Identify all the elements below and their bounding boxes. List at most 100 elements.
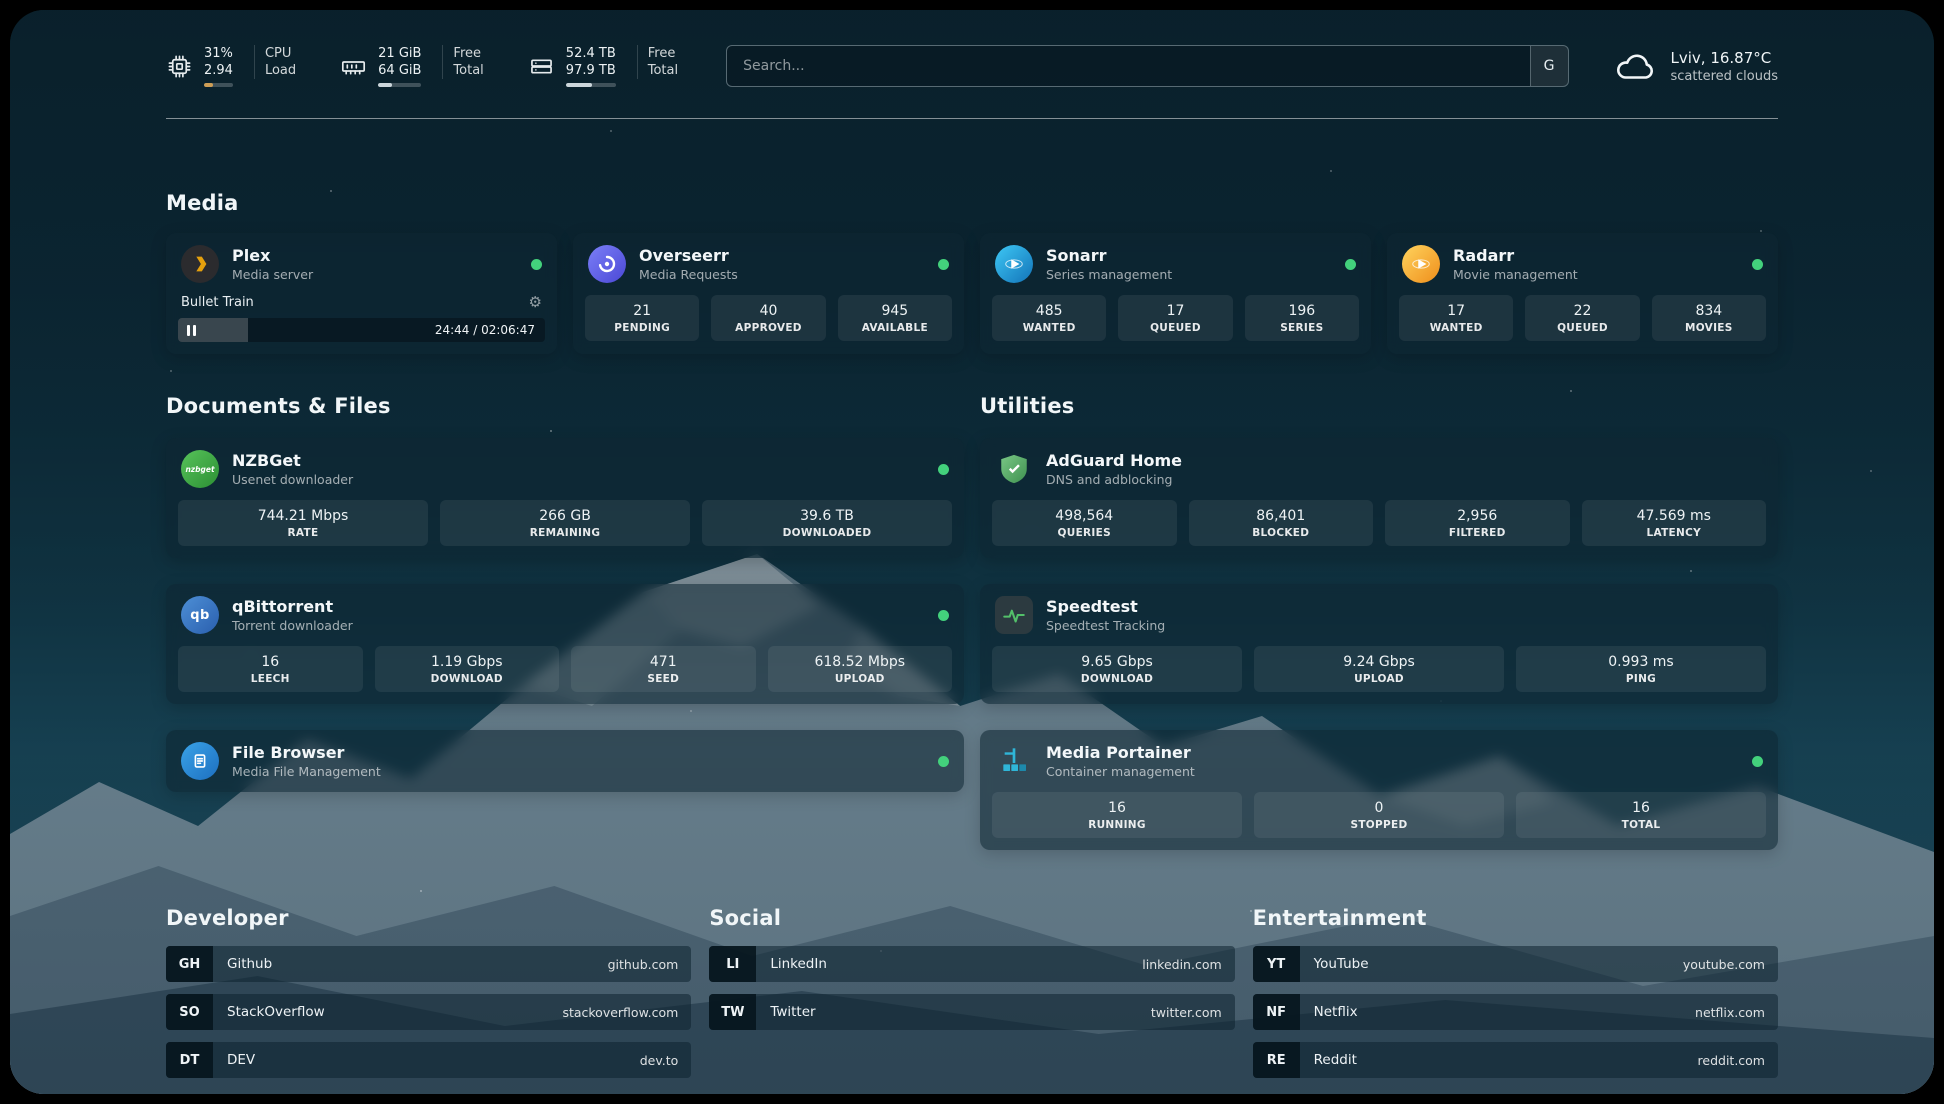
speedtest-texts: Speedtest Speedtest Tracking [1046, 597, 1165, 633]
top-bar: 31% 2.94 CPU Load [166, 40, 1778, 92]
sonarr-card: Sonarr Series management 485 WANTED 17 Q… [980, 233, 1371, 354]
stat-label: QUEUED [1529, 322, 1635, 334]
disk-widget: 52.4 TB 97.9 TB Free Total [528, 45, 678, 87]
stat-label: QUEUED [1122, 322, 1228, 334]
radarr-texts: Radarr Movie management [1453, 246, 1578, 282]
sonarr-app-link[interactable]: Sonarr Series management [980, 233, 1371, 295]
section-utilities: Utilities [980, 394, 1778, 850]
stat-value: 16 [182, 654, 359, 670]
overseerr-app-link[interactable]: Overseerr Media Requests [573, 233, 964, 295]
stat-value: 0.993 ms [1520, 654, 1762, 670]
portainer-stats: 16 RUNNING 0 STOPPED 16 TOTAL [980, 792, 1778, 850]
bookmark-reddit[interactable]: RE Reddit reddit.com [1253, 1042, 1778, 1078]
sonarr-icon [995, 245, 1033, 283]
stat-label: DOWNLOAD [379, 673, 556, 685]
portainer-card: Media Portainer Container management 16 … [980, 730, 1778, 850]
radarr-app-link[interactable]: Radarr Movie management [1387, 233, 1778, 295]
stat-remaining: 266 GB REMAINING [440, 500, 690, 546]
cloud-icon [1613, 49, 1659, 83]
stat-value: 266 GB [444, 508, 686, 524]
stat-value: 471 [575, 654, 752, 670]
bookmark-abbr: DT [166, 1042, 213, 1078]
disk-labels: Free Total [637, 45, 678, 79]
bookmark-netflix[interactable]: NF Netflix netflix.com [1253, 994, 1778, 1030]
app-desc: Media server [232, 267, 313, 282]
stat-value: 39.6 TB [706, 508, 948, 524]
plex-app-link[interactable]: Plex Media server [166, 233, 557, 295]
adguard-icon [995, 450, 1033, 488]
search-bar: G [726, 45, 1568, 87]
stat-value: 498,564 [996, 508, 1173, 524]
stat-value: 9.65 Gbps [996, 654, 1238, 670]
bookmark-dev[interactable]: DT DEV dev.to [166, 1042, 691, 1078]
stat-label: BLOCKED [1193, 527, 1370, 539]
cpu-labels: CPU Load [254, 45, 296, 79]
app-desc: Media Requests [639, 267, 738, 282]
memory-values: 21 GiB 64 GiB [378, 45, 421, 87]
stat-value: 21 [589, 303, 695, 319]
status-dot-online [1345, 259, 1356, 270]
app-name: Speedtest [1046, 597, 1165, 616]
header-divider [166, 118, 1778, 119]
disk-icon [528, 53, 555, 80]
bookmark-linkedin[interactable]: LI LinkedIn linkedin.com [709, 946, 1234, 982]
filebrowser-icon [181, 742, 219, 780]
sonarr-texts: Sonarr Series management [1046, 246, 1172, 282]
stat-label: STOPPED [1258, 819, 1500, 831]
nzbget-app-link[interactable]: nzbget NZBGet Usenet downloader [166, 438, 964, 500]
stat-queued: 17 QUEUED [1118, 295, 1232, 341]
bookmark-stackoverflow[interactable]: SO StackOverflow stackoverflow.com [166, 994, 691, 1030]
cpu-widget: 31% 2.94 CPU Load [166, 45, 296, 87]
stat-label: FILTERED [1389, 527, 1566, 539]
adguard-card: AdGuard Home DNS and adblocking 498,564 … [980, 438, 1778, 558]
bookmark-github[interactable]: GH Github github.com [166, 946, 691, 982]
disk-label-bottom: Total [648, 62, 678, 79]
plex-icon [181, 245, 219, 283]
bookmark-name: Reddit [1314, 1052, 1357, 1068]
bookmark-url: github.com [608, 957, 679, 972]
stat-label: SERIES [1249, 322, 1355, 334]
gear-icon[interactable]: ⚙ [529, 295, 542, 310]
bookmark-twitter[interactable]: TW Twitter twitter.com [709, 994, 1234, 1030]
stat-value: 47.569 ms [1586, 508, 1763, 524]
app-name: Media Portainer [1046, 743, 1195, 762]
bookmark-youtube[interactable]: YT YouTube youtube.com [1253, 946, 1778, 982]
search-input[interactable] [727, 46, 1529, 86]
app-name: Overseerr [639, 246, 738, 265]
stat-downloaded: 39.6 TB DOWNLOADED [702, 500, 952, 546]
adguard-texts: AdGuard Home DNS and adblocking [1046, 451, 1182, 487]
bookmark-name: YouTube [1314, 956, 1369, 972]
bookmark-name: LinkedIn [770, 956, 827, 972]
adguard-app-link[interactable]: AdGuard Home DNS and adblocking [980, 438, 1778, 500]
cpu-usage-value: 31% [204, 45, 233, 62]
stat-value: 2,956 [1389, 508, 1566, 524]
app-desc: Torrent downloader [232, 618, 353, 633]
nzbget-stats: 744.21 Mbps RATE 266 GB REMAINING 39.6 T… [166, 500, 964, 558]
filebrowser-app-link[interactable]: File Browser Media File Management [166, 730, 964, 792]
pause-icon[interactable] [187, 325, 196, 336]
overseerr-stats: 21 PENDING 40 APPROVED 945 AVAILABLE [573, 295, 964, 353]
cpu-values: 31% 2.94 [204, 45, 233, 87]
bookmark-url: stackoverflow.com [562, 1005, 678, 1020]
qbittorrent-app-link[interactable]: qb qBittorrent Torrent downloader [166, 584, 964, 646]
stat-value: 945 [842, 303, 948, 319]
speedtest-card: Speedtest Speedtest Tracking 9.65 Gbps D… [980, 584, 1778, 704]
speedtest-app-link[interactable]: Speedtest Speedtest Tracking [980, 584, 1778, 646]
bookmark-url: dev.to [640, 1053, 679, 1068]
overseerr-icon [588, 245, 626, 283]
search-provider-button[interactable]: G [1530, 46, 1568, 86]
portainer-app-link[interactable]: Media Portainer Container management [980, 730, 1778, 792]
plex-texts: Plex Media server [232, 246, 313, 282]
qbittorrent-icon: qb [181, 596, 219, 634]
app-desc: Usenet downloader [232, 472, 353, 487]
app-name: Plex [232, 246, 313, 265]
stat-label: MOVIES [1656, 322, 1762, 334]
bookmark-abbr: TW [709, 994, 756, 1030]
bookmark-name: Github [227, 956, 272, 972]
weather-condition: scattered clouds [1671, 68, 1779, 85]
stat-value: 16 [996, 800, 1238, 816]
status-dot-online [938, 259, 949, 270]
dashboard-screen: 31% 2.94 CPU Load [10, 10, 1934, 1094]
bookmark-abbr: NF [1253, 994, 1300, 1030]
stat-series: 196 SERIES [1245, 295, 1359, 341]
